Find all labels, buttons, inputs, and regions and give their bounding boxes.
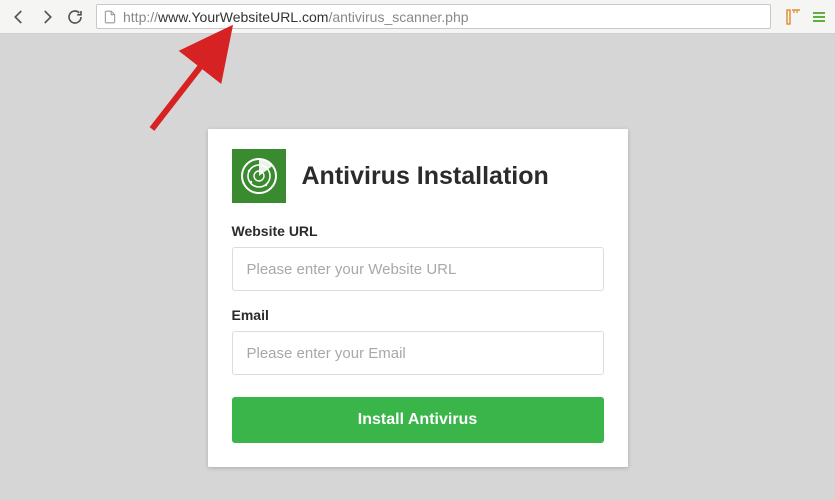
install-button[interactable]: Install Antivirus: [232, 397, 604, 443]
menu-icon[interactable]: [809, 7, 829, 27]
email-field-group: Email: [232, 307, 604, 375]
url-domain: www.YourWebsiteURL.com: [158, 9, 328, 25]
radar-icon: [232, 149, 286, 203]
url-text: http://www.YourWebsiteURL.com/antivirus_…: [123, 9, 469, 25]
website-url-label: Website URL: [232, 223, 604, 239]
address-bar[interactable]: http://www.YourWebsiteURL.com/antivirus_…: [96, 4, 771, 29]
install-card: Antivirus Installation Website URL Email…: [208, 129, 628, 467]
page-icon: [103, 10, 117, 24]
ruler-icon[interactable]: [783, 7, 803, 27]
reload-button[interactable]: [62, 4, 88, 30]
toolbar-right-icons: [779, 7, 829, 27]
card-title: Antivirus Installation: [302, 162, 549, 191]
back-button[interactable]: [6, 4, 32, 30]
card-header: Antivirus Installation: [232, 149, 604, 203]
forward-button[interactable]: [34, 4, 60, 30]
browser-toolbar: http://www.YourWebsiteURL.com/antivirus_…: [0, 0, 835, 34]
email-input[interactable]: [232, 331, 604, 375]
url-path: /antivirus_scanner.php: [328, 9, 468, 25]
website-url-input[interactable]: [232, 247, 604, 291]
website-url-field-group: Website URL: [232, 223, 604, 291]
url-protocol: http://: [123, 9, 158, 25]
email-label: Email: [232, 307, 604, 323]
page-content: Antivirus Installation Website URL Email…: [0, 34, 835, 500]
